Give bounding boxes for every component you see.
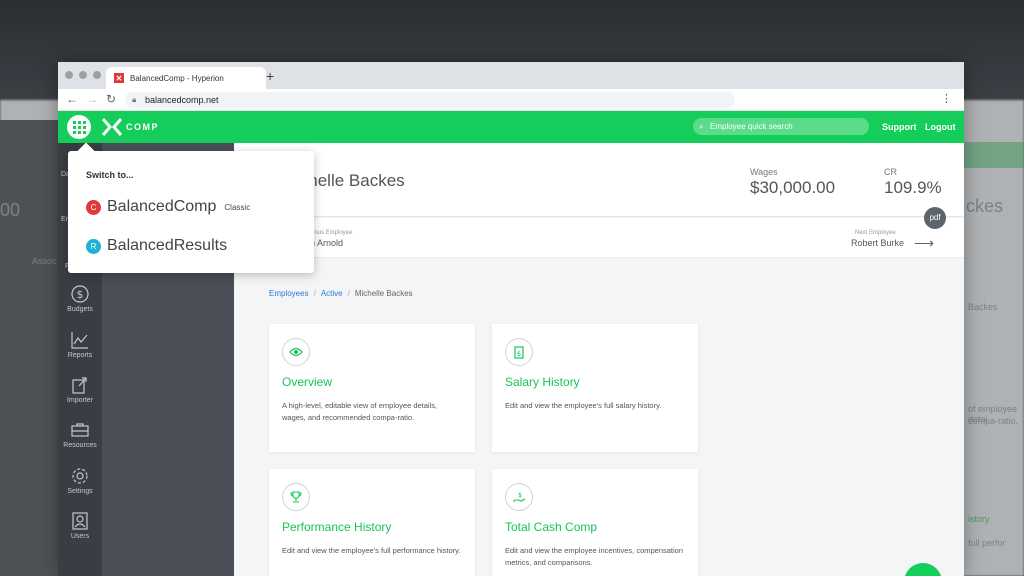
card-description: Edit and view the employee's full perfor… — [282, 546, 461, 555]
document-dollar-icon: $ — [505, 338, 533, 366]
switch-to-balancedcomp[interactable]: C BalancedComp Classic — [86, 198, 250, 216]
app-logo[interactable]: COMP — [102, 118, 159, 136]
browser-tab[interactable]: ✕ BalancedComp - Hyperion — [106, 67, 266, 89]
pdf-button[interactable]: pdf — [924, 207, 946, 229]
tab-title: BalancedComp - Hyperion — [130, 73, 224, 83]
next-employee-link[interactable]: Robert Burke — [851, 238, 904, 248]
card-description: Edit and view the employee's full salary… — [505, 401, 662, 410]
card-title: Performance History — [282, 520, 392, 534]
card-description: A high-level, editable view of employee … — [282, 401, 438, 422]
switcher-title: Switch to... — [86, 170, 134, 180]
users-icon — [72, 512, 88, 530]
card-title: Overview — [282, 375, 333, 389]
back-arrow-icon[interactable]: ← — [66, 92, 78, 106]
toolbox-icon — [71, 423, 89, 437]
balancedresults-badge-icon: R — [86, 238, 101, 254]
employee-header: ichelle Backes Wages $30,000.00 CR 109.9… — [234, 143, 964, 217]
import-icon — [72, 377, 87, 394]
close-window-button[interactable] — [65, 71, 73, 79]
floating-action-button[interactable] — [904, 563, 942, 576]
support-link[interactable]: Support — [882, 122, 917, 132]
chart-icon — [71, 332, 88, 349]
address-bar: ← → ↻ 🔒︎ balancedcomp.net ⋮ — [58, 89, 964, 111]
logo-text: COMP — [126, 122, 159, 132]
app-name: BalancedResults — [107, 237, 228, 254]
new-tab-button[interactable]: + — [266, 68, 274, 84]
sidebar-item-resources[interactable]: Resources — [58, 421, 102, 449]
cr-value: 109.9% — [884, 178, 942, 197]
reload-icon[interactable]: ↻ — [106, 92, 116, 106]
sidebar-item-label: Settings — [67, 488, 93, 495]
minimize-window-button[interactable] — [79, 71, 87, 79]
sidebar-item-budgets[interactable]: $ Budgets — [58, 285, 102, 313]
url-text: balancedcomp.net — [145, 95, 219, 105]
main-content: ichelle Backes Wages $30,000.00 CR 109.9… — [234, 143, 964, 576]
app-header: COMP ⌕ Employee quick search Support Log… — [58, 111, 964, 143]
app-switcher-menu: Switch to... C BalancedComp Classic R Ba… — [68, 151, 314, 273]
breadcrumb-employees[interactable]: Employees — [269, 289, 309, 298]
sidebar-item-importer[interactable]: Importer — [58, 376, 102, 404]
breadcrumb: Employees / Active / Michelle Backes — [269, 289, 413, 298]
wages-label: Wages — [750, 167, 778, 177]
card-performance-history[interactable]: Performance History Edit and view the em… — [269, 469, 475, 576]
next-employee-label: Next Employee — [855, 230, 896, 236]
sidebar-item-label: Budgets — [67, 306, 93, 313]
sidebar-item-label: Reports — [67, 352, 93, 359]
app-tag: Classic — [224, 202, 251, 212]
previous-employee-label: vious Employee — [310, 230, 353, 236]
sidebar-item-label: Resources — [63, 442, 97, 449]
breadcrumb-active[interactable]: Active — [321, 289, 343, 298]
lock-icon: 🔒︎ — [132, 95, 137, 104]
search-icon: ⌕ — [699, 122, 704, 131]
breadcrumb-separator: / — [313, 289, 316, 298]
window-controls — [65, 71, 101, 79]
search-placeholder: Employee quick search — [710, 122, 793, 131]
card-overview[interactable]: Overview A high-level, editable view of … — [269, 324, 475, 452]
card-title: Salary History — [505, 375, 580, 389]
balancedcomp-badge-icon: C — [86, 199, 101, 215]
breadcrumb-separator: / — [347, 289, 350, 298]
wages-value: $30,000.00 — [750, 178, 836, 197]
trophy-icon — [282, 483, 310, 511]
sidebar-item-label: Importer — [66, 397, 94, 404]
gear-icon — [72, 468, 88, 484]
sidebar-item-users[interactable]: Users — [58, 512, 102, 540]
sidebar-item-reports[interactable]: Reports — [58, 331, 102, 359]
sidebar-item-label: Users — [70, 533, 90, 540]
breadcrumb-current: Michelle Backes — [354, 289, 413, 298]
previous-employee-link[interactable]: n Arnold — [310, 238, 343, 248]
dollar-icon: $ — [71, 285, 89, 303]
cr-label: CR — [884, 167, 897, 177]
url-field[interactable]: 🔒︎ balancedcomp.net — [125, 92, 735, 108]
svg-text:$: $ — [77, 288, 84, 301]
card-salary-history[interactable]: $ Salary History Edit and view the emplo… — [492, 324, 698, 452]
app-name: BalancedComp — [107, 198, 217, 215]
card-description: Edit and view the employee incentives, c… — [505, 546, 684, 567]
employee-navigation: vious Employee n Arnold Next Employee Ro… — [234, 218, 964, 258]
switch-to-balancedresults[interactable]: R BalancedResults — [86, 237, 227, 255]
favicon-icon: ✕ — [114, 73, 124, 83]
logo-mark-icon — [102, 118, 122, 136]
browser-menu-icon[interactable]: ⋮ — [941, 92, 952, 105]
logout-link[interactable]: Logout — [925, 122, 956, 132]
tab-bar: ✕ BalancedComp - Hyperion + — [58, 62, 964, 89]
app-switcher-button[interactable] — [67, 115, 91, 139]
maximize-window-button[interactable] — [93, 71, 101, 79]
browser-window: ✕ BalancedComp - Hyperion + ← → ↻ 🔒︎ bal… — [58, 62, 964, 576]
employee-search-input[interactable]: ⌕ Employee quick search — [693, 118, 869, 135]
forward-arrow-icon[interactable]: → — [86, 92, 98, 106]
next-arrow-icon[interactable]: ⟶ — [914, 235, 934, 252]
svg-text:$: $ — [518, 492, 522, 499]
eye-icon — [282, 338, 310, 366]
card-total-cash-comp[interactable]: $ Total Cash Comp Edit and view the empl… — [492, 469, 698, 576]
svg-text:$: $ — [517, 350, 521, 358]
card-title: Total Cash Comp — [505, 520, 598, 534]
hand-money-icon: $ — [505, 483, 533, 511]
sidebar-item-settings[interactable]: Settings — [58, 467, 102, 495]
